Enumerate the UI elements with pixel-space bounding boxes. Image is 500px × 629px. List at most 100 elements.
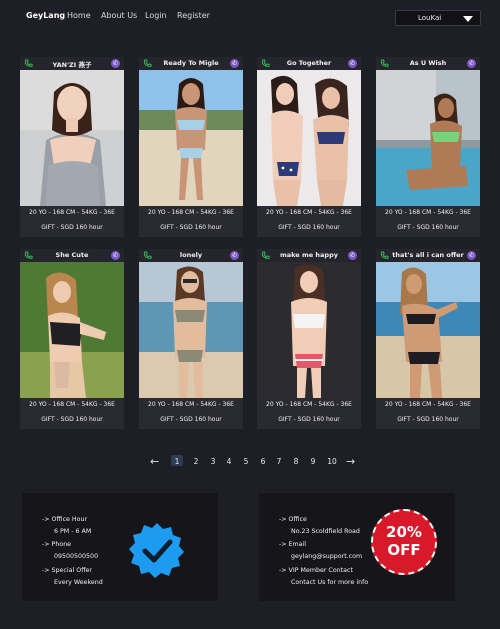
page-1[interactable]: 1 [171, 455, 183, 466]
card-header: She Cute ✆ [20, 249, 124, 262]
phone-value[interactable]: 09500500500 [54, 553, 98, 560]
page: GeyLang Home About Us Login Register Lou… [0, 0, 500, 629]
page-8[interactable]: 8 [290, 457, 302, 466]
office-label: -> Office [279, 516, 307, 523]
card-header: Go Together ✆ [257, 57, 361, 70]
profile-photo[interactable] [257, 70, 361, 206]
card-stats: 20 YO - 168 CM - 54KG - 36E [148, 209, 234, 216]
profile-card[interactable]: that's all i can offer ✆ 20 YO - 168 CM … [376, 249, 480, 429]
card-name: She Cute [55, 251, 89, 259]
profile-photo[interactable] [20, 262, 124, 398]
card-name: YAN'ZI 燕子 [52, 61, 92, 69]
verified-check-icon [129, 523, 184, 578]
profile-card[interactable]: YAN'ZI 燕子 ✆ 20 YO - 168 CM - 54KG - 36E … [20, 57, 124, 237]
profile-card[interactable]: Ready To Migle ✆ 20 YO - 168 CM - 54KG -… [139, 57, 243, 237]
special-offer-label: -> Special Offer [42, 567, 92, 574]
pagination: ← 1 2 3 4 5 6 7 8 9 10 → [150, 455, 360, 469]
profile-card[interactable]: lonely ✆ 20 YO - 168 CM - 54KG - 36E GIF… [139, 249, 243, 429]
page-10[interactable]: 10 [325, 457, 339, 466]
location-select[interactable]: LouKai [395, 10, 481, 26]
phone-icon[interactable] [380, 251, 389, 260]
viber-icon[interactable]: ✆ [111, 59, 120, 68]
badge-percent: 20% [386, 523, 422, 541]
nav-link-register[interactable]: Register [177, 11, 210, 20]
phone-label: -> Phone [42, 541, 72, 548]
special-offer-value: Every Weekend [54, 579, 103, 586]
profile-photo[interactable] [139, 262, 243, 398]
card-gift: GIFT - SGD 160 hour [160, 416, 222, 423]
card-name: Go Together [286, 59, 332, 67]
card-header: that's all i can offer ✆ [376, 249, 480, 262]
phone-icon[interactable] [143, 59, 152, 68]
card-gift: GIFT - SGD 160 hour [397, 224, 459, 231]
discount-badge-icon: 20% OFF [371, 509, 437, 575]
profile-photo[interactable] [139, 70, 243, 206]
viber-icon[interactable]: ✆ [467, 59, 476, 68]
phone-icon[interactable] [261, 59, 270, 68]
profile-card[interactable]: As U Wish ✆ 20 YO - 168 CM - 54KG - 36E … [376, 57, 480, 237]
footer-contact-box: -> Office Hour 6 PM - 6 AM -> Phone 0950… [22, 493, 218, 601]
prev-page-arrow-icon[interactable]: ← [150, 455, 159, 468]
card-stats: 20 YO - 168 CM - 54KG - 36E [385, 209, 471, 216]
viber-icon[interactable]: ✆ [348, 59, 357, 68]
page-5[interactable]: 5 [240, 457, 252, 466]
card-header: make me happy ✆ [257, 249, 361, 262]
page-9[interactable]: 9 [307, 457, 319, 466]
office-hour-value: 6 PM - 6 AM [54, 528, 92, 535]
profile-photo[interactable] [20, 70, 124, 206]
office-address: No.23 Scoldfield Road [291, 528, 360, 535]
profile-photo[interactable] [257, 262, 361, 398]
brand-logo[interactable]: GeyLang [26, 11, 65, 20]
nav-link-login[interactable]: Login [145, 11, 167, 20]
card-gift: GIFT - SGD 160 hour [397, 416, 459, 423]
email-label: -> Email [279, 541, 307, 548]
card-gift: GIFT - SGD 160 hour [41, 224, 103, 231]
profile-card[interactable]: make me happy ✆ 20 YO - 168 CM - 54KG - … [257, 249, 361, 429]
card-header: lonely ✆ [139, 249, 243, 262]
viber-icon[interactable]: ✆ [111, 251, 120, 260]
card-gift: GIFT - SGD 160 hour [278, 416, 340, 423]
page-7[interactable]: 7 [273, 457, 285, 466]
vip-contact-value[interactable]: Contact Us for more info [291, 579, 368, 586]
card-name: make me happy [280, 251, 338, 259]
nav-link-about[interactable]: About Us [101, 11, 137, 20]
caret-down-icon [463, 16, 473, 22]
viber-icon[interactable]: ✆ [348, 251, 357, 260]
profile-card[interactable]: She Cute ✆ 20 YO - 168 CM - 54KG - 36E G… [20, 249, 124, 429]
phone-icon[interactable] [261, 251, 270, 260]
viber-icon[interactable]: ✆ [230, 59, 239, 68]
card-stats: 20 YO - 168 CM - 54KG - 36E [266, 209, 352, 216]
card-stats: 20 YO - 168 CM - 54KG - 36E [266, 401, 352, 408]
badge-off: OFF [387, 541, 421, 559]
card-stats: 20 YO - 168 CM - 54KG - 36E [29, 209, 115, 216]
office-hour-label: -> Office Hour [42, 516, 88, 523]
card-header: YAN'ZI 燕子 ✆ [20, 57, 124, 70]
viber-icon[interactable]: ✆ [467, 251, 476, 260]
page-3[interactable]: 3 [207, 457, 219, 466]
card-gift: GIFT - SGD 160 hour [160, 224, 222, 231]
profile-card[interactable]: Go Together ✆ 20 YO - 168 CM - 54KG - 36… [257, 57, 361, 237]
phone-icon[interactable] [24, 59, 33, 68]
phone-icon[interactable] [24, 251, 33, 260]
nav-link-home[interactable]: Home [67, 11, 91, 20]
page-2[interactable]: 2 [190, 457, 202, 466]
phone-icon[interactable] [143, 251, 152, 260]
top-nav: GeyLang Home About Us Login Register Lou… [0, 0, 500, 34]
card-stats: 20 YO - 168 CM - 54KG - 36E [385, 401, 471, 408]
page-6[interactable]: 6 [257, 457, 269, 466]
page-4[interactable]: 4 [223, 457, 235, 466]
card-gift: GIFT - SGD 160 hour [41, 416, 103, 423]
phone-icon[interactable] [380, 59, 389, 68]
next-page-arrow-icon[interactable]: → [346, 455, 355, 468]
card-stats: 20 YO - 168 CM - 54KG - 36E [148, 401, 234, 408]
vip-contact-label: -> VIP Member Contact [279, 567, 353, 574]
profile-photo[interactable] [376, 70, 480, 206]
card-gift: GIFT - SGD 160 hour [278, 224, 340, 231]
email-value[interactable]: geylang@support.com [291, 553, 362, 560]
profile-photo[interactable] [376, 262, 480, 398]
card-name: Ready To Migle [163, 59, 219, 67]
viber-icon[interactable]: ✆ [230, 251, 239, 260]
footer-info-box: -> Office No.23 Scoldfield Road -> Email… [259, 493, 455, 601]
card-name: that's all i can offer [392, 251, 464, 259]
card-name: lonely [179, 251, 203, 259]
